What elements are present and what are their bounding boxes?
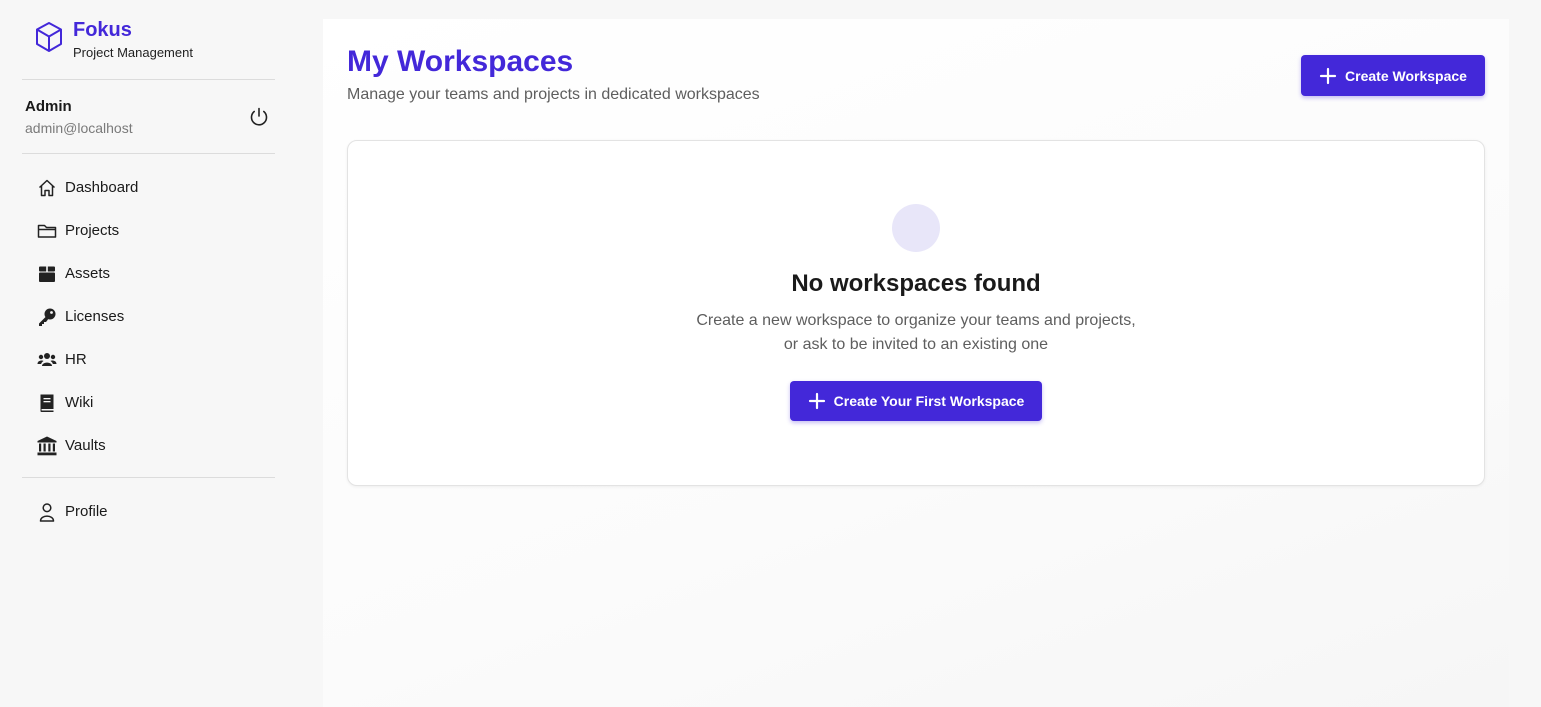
- sidebar-item-label: HR: [65, 351, 87, 368]
- sidebar-item-label: Profile: [65, 503, 108, 520]
- create-workspace-label: Create Workspace: [1345, 67, 1467, 84]
- sidebar-item-licenses[interactable]: Licenses: [22, 295, 275, 338]
- create-first-workspace-button[interactable]: Create Your First Workspace: [790, 381, 1042, 421]
- create-first-workspace-label: Create Your First Workspace: [833, 393, 1025, 409]
- user-icon: [37, 502, 57, 522]
- home-icon: [37, 178, 57, 198]
- plus-icon: [808, 392, 825, 410]
- main-content: My Workspaces Manage your teams and proj…: [323, 19, 1509, 707]
- bank-icon: [37, 436, 57, 456]
- empty-state-line: Create a new workspace to organize your …: [696, 312, 1136, 329]
- sidebar-item-vaults[interactable]: Vaults: [22, 424, 275, 467]
- cube-logo-icon: [36, 22, 62, 52]
- divider: [22, 153, 275, 154]
- sidebar-item-label: Assets: [65, 265, 111, 282]
- page-subtitle: Manage your teams and projects in dedica…: [347, 86, 760, 103]
- sidebar-item-profile[interactable]: Profile: [22, 490, 275, 533]
- sidebar-nav: Dashboard Projects Assets Licenses HR Wi…: [22, 166, 275, 467]
- users-icon: [37, 350, 57, 370]
- empty-state-card: No workspaces found Create a new workspa…: [347, 140, 1485, 486]
- brand-subtitle: Project Management: [73, 45, 193, 60]
- sidebar: Fokus Project Management Admin admin@loc…: [0, 0, 298, 707]
- page-title: My Workspaces: [347, 45, 574, 78]
- sidebar-item-assets[interactable]: Assets: [22, 252, 275, 295]
- sidebar-item-projects[interactable]: Projects: [22, 209, 275, 252]
- empty-state-illustration: [892, 204, 940, 252]
- book-icon: [37, 393, 57, 413]
- sidebar-item-label: Licenses: [65, 308, 125, 325]
- sidebar-item-hr[interactable]: HR: [22, 338, 275, 381]
- sidebar-item-label: Dashboard: [65, 179, 139, 196]
- empty-state-line: or ask to be invited to an existing one: [783, 336, 1049, 353]
- create-workspace-button[interactable]: Create Workspace: [1301, 55, 1485, 96]
- user-email: admin@localhost: [25, 120, 133, 136]
- brand-name: Fokus: [73, 19, 132, 41]
- sidebar-item-label: Vaults: [65, 437, 106, 454]
- divider: [22, 477, 275, 478]
- box-icon: [37, 264, 57, 284]
- folder-icon: [37, 221, 57, 241]
- brand[interactable]: Fokus Project Management: [34, 18, 193, 62]
- divider: [22, 79, 275, 80]
- sidebar-item-dashboard[interactable]: Dashboard: [22, 166, 275, 209]
- empty-state-title: No workspaces found: [791, 270, 1041, 297]
- plus-icon: [1319, 67, 1337, 84]
- sidebar-item-wiki[interactable]: Wiki: [22, 381, 275, 424]
- key-icon: [37, 307, 57, 327]
- sidebar-profile: Profile: [22, 490, 275, 533]
- sidebar-item-label: Wiki: [65, 394, 94, 411]
- power-icon[interactable]: [248, 106, 270, 128]
- user-info: Admin admin@localhost: [25, 97, 133, 138]
- empty-state-text: Create a new workspace to organize your …: [348, 309, 1484, 357]
- user-name: Admin: [25, 98, 72, 115]
- sidebar-item-label: Projects: [65, 222, 120, 239]
